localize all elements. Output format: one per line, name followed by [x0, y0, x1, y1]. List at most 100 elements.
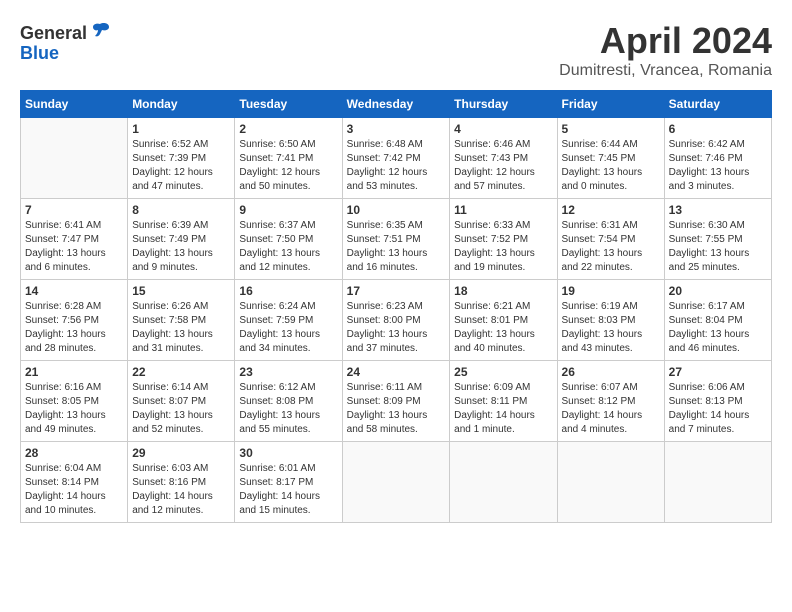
day-number: 3 [347, 122, 446, 136]
calendar-week-row: 14 Sunrise: 6:28 AM Sunset: 7:56 PM Dayli… [21, 280, 772, 361]
day-number: 23 [239, 365, 337, 379]
calendar-cell: 15Sunrise: 6:26 AM Sunset: 7:58 PM Dayli… [128, 280, 235, 361]
day-info: Sunrise: 6:35 AM Sunset: 7:51 PM Dayligh… [347, 219, 446, 275]
day-info: Sunrise: 6:28 AM Sunset: 7:56 PM Dayligh… [25, 300, 123, 356]
day-number: 11 [454, 203, 552, 217]
calendar-cell: 19 Sunrise: 6:19 AM Sunset: 8:03 PM Dayli… [557, 280, 664, 361]
logo-general-text: General [20, 23, 87, 44]
day-info: Sunrise: 6:12 AM Sunset: 8:08 PM Dayligh… [239, 381, 337, 437]
day-info: Sunrise: 6:33 AM Sunset: 7:52 PM Dayligh… [454, 219, 552, 275]
calendar-cell: 24 Sunrise: 6:11 AM Sunset: 8:09 PM Dayli… [342, 361, 450, 442]
calendar-cell: 23 Sunrise: 6:12 AM Sunset: 8:08 PM Dayli… [235, 361, 342, 442]
day-number: 24 [347, 365, 446, 379]
day-info: Sunrise: 6:42 AM Sunset: 7:46 PM Dayligh… [669, 138, 767, 194]
day-number: 26 [562, 365, 660, 379]
day-info: Sunrise: 6:41 AM Sunset: 7:47 PM Dayligh… [25, 219, 123, 275]
day-number: 8 [132, 203, 230, 217]
calendar-cell [664, 442, 771, 523]
day-of-week-header: Saturday [664, 91, 771, 118]
day-info: Sunrise: 6:17 AM Sunset: 8:04 PM Dayligh… [669, 300, 767, 356]
calendar-cell: 8 Sunrise: 6:39 AM Sunset: 7:49 PM Daylig… [128, 199, 235, 280]
day-info: Sunrise: 6:03 AM Sunset: 8:16 PM Dayligh… [132, 462, 230, 518]
day-info: Sunrise: 6:24 AM Sunset: 7:59 PM Dayligh… [239, 300, 337, 356]
day-number: 17 [347, 284, 446, 298]
calendar-cell: 5Sunrise: 6:44 AM Sunset: 7:45 PM Daylig… [557, 118, 664, 199]
day-number: 2 [239, 122, 337, 136]
day-of-week-header: Wednesday [342, 91, 450, 118]
calendar-week-row: 28 Sunrise: 6:04 AM Sunset: 8:14 PM Dayli… [21, 442, 772, 523]
calendar-cell: 17 Sunrise: 6:23 AM Sunset: 8:00 PM Dayli… [342, 280, 450, 361]
day-of-week-header: Friday [557, 91, 664, 118]
day-info: Sunrise: 6:30 AM Sunset: 7:55 PM Dayligh… [669, 219, 767, 275]
day-info: Sunrise: 6:06 AM Sunset: 8:13 PM Dayligh… [669, 381, 767, 437]
day-number: 19 [562, 284, 660, 298]
calendar-cell: 18Sunrise: 6:21 AM Sunset: 8:01 PM Dayli… [450, 280, 557, 361]
day-info: Sunrise: 6:23 AM Sunset: 8:00 PM Dayligh… [347, 300, 446, 356]
day-number: 15 [132, 284, 230, 298]
calendar-cell: 9Sunrise: 6:37 AM Sunset: 7:50 PM Daylig… [235, 199, 342, 280]
day-number: 20 [669, 284, 767, 298]
logo-bird-icon [89, 20, 111, 42]
day-number: 14 [25, 284, 123, 298]
month-title: April 2024 [559, 20, 772, 62]
calendar-cell: 16 Sunrise: 6:24 AM Sunset: 7:59 PM Dayli… [235, 280, 342, 361]
day-number: 16 [239, 284, 337, 298]
day-info: Sunrise: 6:11 AM Sunset: 8:09 PM Dayligh… [347, 381, 446, 437]
day-info: Sunrise: 6:39 AM Sunset: 7:49 PM Dayligh… [132, 219, 230, 275]
calendar-cell: 22 Sunrise: 6:14 AM Sunset: 8:07 PM Dayli… [128, 361, 235, 442]
day-number: 12 [562, 203, 660, 217]
calendar-cell: 30 Sunrise: 6:01 AM Sunset: 8:17 PM Dayli… [235, 442, 342, 523]
day-number: 4 [454, 122, 552, 136]
day-info: Sunrise: 6:31 AM Sunset: 7:54 PM Dayligh… [562, 219, 660, 275]
calendar-cell [342, 442, 450, 523]
calendar-cell: 12 Sunrise: 6:31 AM Sunset: 7:54 PM Dayli… [557, 199, 664, 280]
calendar-cell: 21 Sunrise: 6:16 AM Sunset: 8:05 PM Dayli… [21, 361, 128, 442]
calendar-cell: 3 Sunrise: 6:48 AM Sunset: 7:42 PM Daylig… [342, 118, 450, 199]
calendar-cell: 10 Sunrise: 6:35 AM Sunset: 7:51 PM Dayli… [342, 199, 450, 280]
calendar-week-row: 21 Sunrise: 6:16 AM Sunset: 8:05 PM Dayli… [21, 361, 772, 442]
logo: General Blue [20, 20, 111, 64]
day-info: Sunrise: 6:01 AM Sunset: 8:17 PM Dayligh… [239, 462, 337, 518]
day-number: 30 [239, 446, 337, 460]
calendar-cell: 26 Sunrise: 6:07 AM Sunset: 8:12 PM Dayli… [557, 361, 664, 442]
day-number: 1 [132, 122, 230, 136]
day-of-week-header: Thursday [450, 91, 557, 118]
day-info: Sunrise: 6:48 AM Sunset: 7:42 PM Dayligh… [347, 138, 446, 194]
day-number: 9 [239, 203, 337, 217]
day-number: 6 [669, 122, 767, 136]
location-subtitle: Dumitresti, Vrancea, Romania [559, 62, 772, 80]
day-info: Sunrise: 6:04 AM Sunset: 8:14 PM Dayligh… [25, 462, 123, 518]
day-of-week-header: Tuesday [235, 91, 342, 118]
day-info: Sunrise: 6:21 AM Sunset: 8:01 PM Dayligh… [454, 300, 552, 356]
day-info: Sunrise: 6:16 AM Sunset: 8:05 PM Dayligh… [25, 381, 123, 437]
calendar-cell: 1 Sunrise: 6:52 AM Sunset: 7:39 PM Daylig… [128, 118, 235, 199]
calendar-cell: 7 Sunrise: 6:41 AM Sunset: 7:47 PM Daylig… [21, 199, 128, 280]
calendar-cell: 11 Sunrise: 6:33 AM Sunset: 7:52 PM Dayli… [450, 199, 557, 280]
calendar-cell [21, 118, 128, 199]
day-of-week-header: Monday [128, 91, 235, 118]
day-info: Sunrise: 6:14 AM Sunset: 8:07 PM Dayligh… [132, 381, 230, 437]
day-number: 27 [669, 365, 767, 379]
calendar-cell: 14 Sunrise: 6:28 AM Sunset: 7:56 PM Dayli… [21, 280, 128, 361]
calendar-cell [557, 442, 664, 523]
day-number: 10 [347, 203, 446, 217]
day-number: 25 [454, 365, 552, 379]
calendar-week-row: 1 Sunrise: 6:52 AM Sunset: 7:39 PM Daylig… [21, 118, 772, 199]
day-info: Sunrise: 6:07 AM Sunset: 8:12 PM Dayligh… [562, 381, 660, 437]
calendar-cell: 28 Sunrise: 6:04 AM Sunset: 8:14 PM Dayli… [21, 442, 128, 523]
calendar-cell: 6 Sunrise: 6:42 AM Sunset: 7:46 PM Daylig… [664, 118, 771, 199]
logo-blue-text: Blue [20, 43, 59, 64]
day-info: Sunrise: 6:19 AM Sunset: 8:03 PM Dayligh… [562, 300, 660, 356]
calendar-cell: 2 Sunrise: 6:50 AM Sunset: 7:41 PM Daylig… [235, 118, 342, 199]
day-info: Sunrise: 6:09 AM Sunset: 8:11 PM Dayligh… [454, 381, 552, 437]
day-number: 29 [132, 446, 230, 460]
day-of-week-header: Sunday [21, 91, 128, 118]
day-number: 22 [132, 365, 230, 379]
day-info: Sunrise: 6:50 AM Sunset: 7:41 PM Dayligh… [239, 138, 337, 194]
day-info: Sunrise: 6:52 AM Sunset: 7:39 PM Dayligh… [132, 138, 230, 194]
calendar-cell [450, 442, 557, 523]
day-number: 5 [562, 122, 660, 136]
day-number: 21 [25, 365, 123, 379]
day-number: 28 [25, 446, 123, 460]
day-number: 7 [25, 203, 123, 217]
